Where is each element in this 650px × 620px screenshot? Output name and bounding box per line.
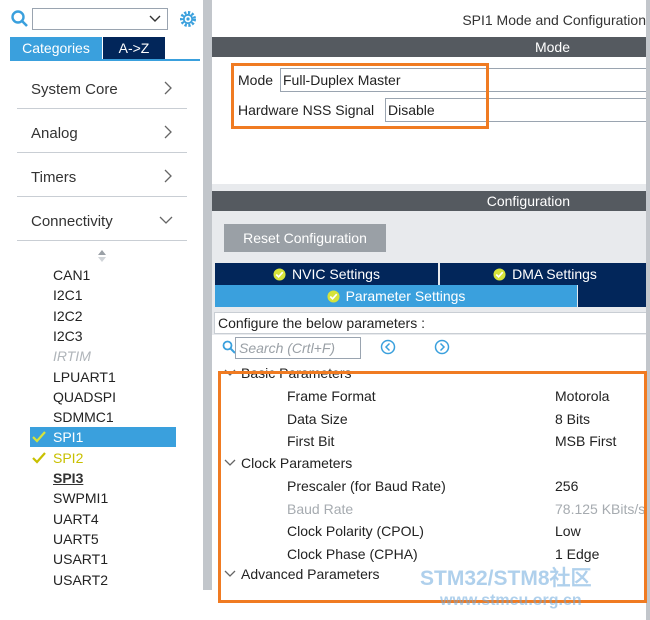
peripheral-label: SPI3 (53, 470, 84, 486)
tab-categories[interactable]: Categories (10, 37, 102, 59)
peripheral-item[interactable]: I2C2 (30, 306, 176, 326)
peripheral-item[interactable]: USART1 (30, 549, 176, 569)
peripheral-label: CAN1 (53, 267, 91, 283)
category-label: Timers (31, 169, 77, 186)
peripheral-label: SWPMI1 (53, 490, 109, 507)
category-search-row (10, 8, 200, 32)
sort-icon[interactable] (96, 248, 108, 264)
peripheral-label: I2C3 (53, 327, 83, 344)
peripheral-label: SPI1 (53, 429, 84, 446)
peripheral-label: SDMMC1 (53, 409, 114, 426)
configuration-section-header: Configuration (212, 191, 650, 211)
peripheral-item[interactable]: UART4 (30, 509, 176, 529)
peripheral-label: UART4 (53, 510, 99, 527)
gear-icon[interactable] (177, 8, 199, 30)
configuration-header-label: Configuration (486, 193, 570, 209)
peripheral-label: UART5 (53, 530, 99, 547)
category-timers[interactable]: Timers (17, 155, 187, 197)
category-search-combo[interactable] (32, 8, 168, 30)
previous-icon[interactable] (380, 339, 396, 355)
peripheral-item[interactable]: QUADSPI (30, 387, 176, 407)
check-circle-icon (273, 268, 286, 281)
tab-filler (578, 285, 650, 307)
peripheral-label: USART2 (53, 571, 108, 588)
peripheral-item[interactable]: LPUART1 (30, 367, 176, 387)
peripheral-item[interactable]: SDMMC1 (30, 407, 176, 427)
chevron-right-icon (164, 169, 172, 183)
peripheral-item[interactable]: SPI3 (30, 468, 176, 488)
peripheral-label: LPUART1 (53, 368, 116, 385)
peripheral-item[interactable]: I2C3 (30, 326, 176, 346)
category-connectivity[interactable]: Connectivity (17, 199, 187, 241)
watermark-line1: STM32/STM8社区 (420, 567, 592, 590)
mode-header-label: Mode (534, 39, 570, 55)
search-icon[interactable] (10, 9, 30, 29)
peripheral-item[interactable]: I2C1 (30, 285, 176, 305)
peripheral-item[interactable]: SPI1 (30, 427, 176, 448)
tab-dma-label: DMA Settings (512, 266, 597, 282)
parameter-search-input[interactable]: Search (Crtl+F) (235, 337, 361, 359)
peripheral-item[interactable]: UART5 (30, 529, 176, 549)
mode-section-header: Mode (212, 37, 650, 57)
watermark-line2: www.stmcu.org.cn (440, 592, 582, 609)
check-circle-icon (327, 290, 340, 303)
peripheral-label: SPI2 (53, 449, 84, 466)
tab-nvic-settings[interactable]: NVIC Settings (215, 263, 438, 285)
chevron-right-icon (164, 81, 172, 95)
peripheral-label: QUADSPI (53, 388, 117, 405)
section-divider (212, 184, 650, 191)
next-icon[interactable] (434, 339, 450, 355)
peripheral-label: IRTIM (53, 348, 91, 365)
category-analog[interactable]: Analog (17, 111, 187, 153)
left-scrollbar[interactable] (203, 0, 212, 590)
check-icon (32, 451, 46, 464)
tabs-underline (10, 59, 200, 61)
reset-configuration-button[interactable]: Reset Configuration (224, 224, 386, 252)
left-panel: Categories A->Z System Core Analog Timer… (0, 0, 203, 620)
category-label: Connectivity (31, 213, 113, 230)
peripheral-item[interactable]: CAN1 (30, 265, 176, 285)
peripheral-label: USART1 (53, 551, 108, 568)
peripheral-item: IRTIM (30, 346, 176, 366)
tab-dma-settings[interactable]: DMA Settings (440, 263, 650, 285)
mode-highlight-box (231, 63, 489, 129)
watermark: STM32/STM8社区 www.stmcu.org.cn (420, 562, 650, 610)
peripheral-item[interactable]: SPI2 (30, 448, 176, 468)
category-label: Analog (31, 125, 78, 142)
page-title: SPI1 Mode and Configuration (462, 12, 646, 28)
check-circle-icon (493, 268, 506, 281)
tab-parameter-settings[interactable]: Parameter Settings (215, 285, 577, 307)
configure-hint: Configure the below parameters : (214, 312, 650, 334)
category-label: System Core (31, 81, 118, 98)
chevron-down-icon (159, 216, 173, 224)
category-system-core[interactable]: System Core (17, 67, 187, 109)
peripheral-label: I2C1 (53, 287, 83, 304)
peripheral-label: I2C2 (53, 307, 83, 324)
search-icon[interactable] (222, 340, 236, 354)
chevron-right-icon (164, 125, 172, 139)
chevron-down-icon[interactable] (149, 14, 161, 24)
tab-nvic-label: NVIC Settings (292, 266, 380, 282)
tab-parameter-label: Parameter Settings (345, 288, 466, 304)
peripheral-item[interactable]: USART2 (30, 570, 176, 590)
peripheral-item[interactable]: SWPMI1 (30, 488, 176, 508)
tab-a-to-z[interactable]: A->Z (103, 37, 165, 59)
check-icon (32, 431, 46, 443)
